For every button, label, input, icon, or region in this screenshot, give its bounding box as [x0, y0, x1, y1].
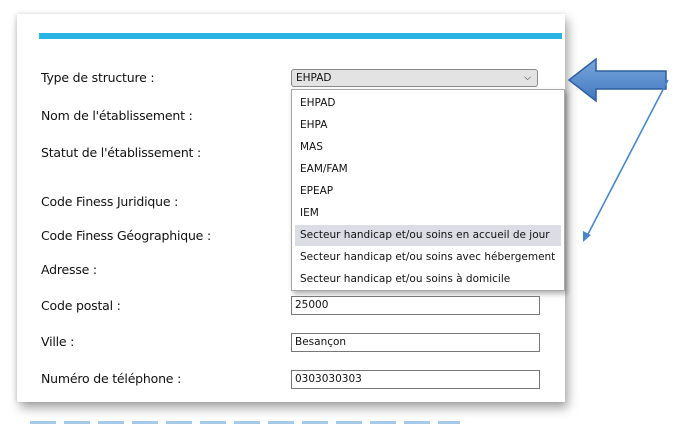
chevron-down-icon: ⌵ — [524, 73, 531, 83]
cropped-footer-text — [30, 419, 460, 426]
dropdown-option-highlighted[interactable]: Secteur handicap et/ou soins en accueil … — [295, 225, 561, 246]
label-ville: Ville : — [41, 334, 75, 349]
label-finess-geographique: Code Finess Géographique : — [41, 228, 211, 243]
big-left-arrow-icon — [567, 57, 667, 103]
label-telephone: Numéro de téléphone : — [41, 371, 182, 386]
ville-input[interactable]: Besançon — [291, 333, 540, 352]
telephone-input[interactable]: 0303030303 — [291, 370, 540, 389]
label-finess-juridique: Code Finess Juridique : — [41, 194, 179, 209]
pointer-line-arrow-icon — [583, 79, 669, 242]
dropdown-option[interactable]: EHPA — [295, 115, 561, 136]
label-nom-etablissement: Nom de l'établissement : — [41, 108, 193, 123]
type-structure-dropdown[interactable]: EHPAD EHPA MAS EAM/FAM EPEAP IEM Secteur… — [291, 89, 565, 291]
dropdown-option[interactable]: MAS — [295, 137, 561, 158]
code-postal-input[interactable]: 25000 — [291, 296, 540, 315]
dropdown-option[interactable]: EPEAP — [295, 181, 561, 202]
dropdown-option[interactable]: IEM — [295, 203, 561, 224]
type-structure-select-value: EHPAD — [296, 72, 332, 84]
label-statut-etablissement: Statut de l'établissement : — [41, 145, 202, 160]
dropdown-option[interactable]: Secteur handicap et/ou soins avec héberg… — [295, 247, 561, 268]
header-accent-bar — [39, 33, 562, 39]
label-adresse: Adresse : — [41, 262, 97, 277]
type-structure-select[interactable]: EHPAD ⌵ — [291, 69, 538, 87]
label-code-postal: Code postal : — [41, 298, 121, 313]
dropdown-option[interactable]: EAM/FAM — [295, 159, 561, 180]
dropdown-option[interactable]: Secteur handicap et/ou soins à domicile — [295, 269, 561, 290]
dropdown-option[interactable]: EHPAD — [295, 93, 561, 114]
label-type-structure: Type de structure : — [41, 70, 155, 85]
